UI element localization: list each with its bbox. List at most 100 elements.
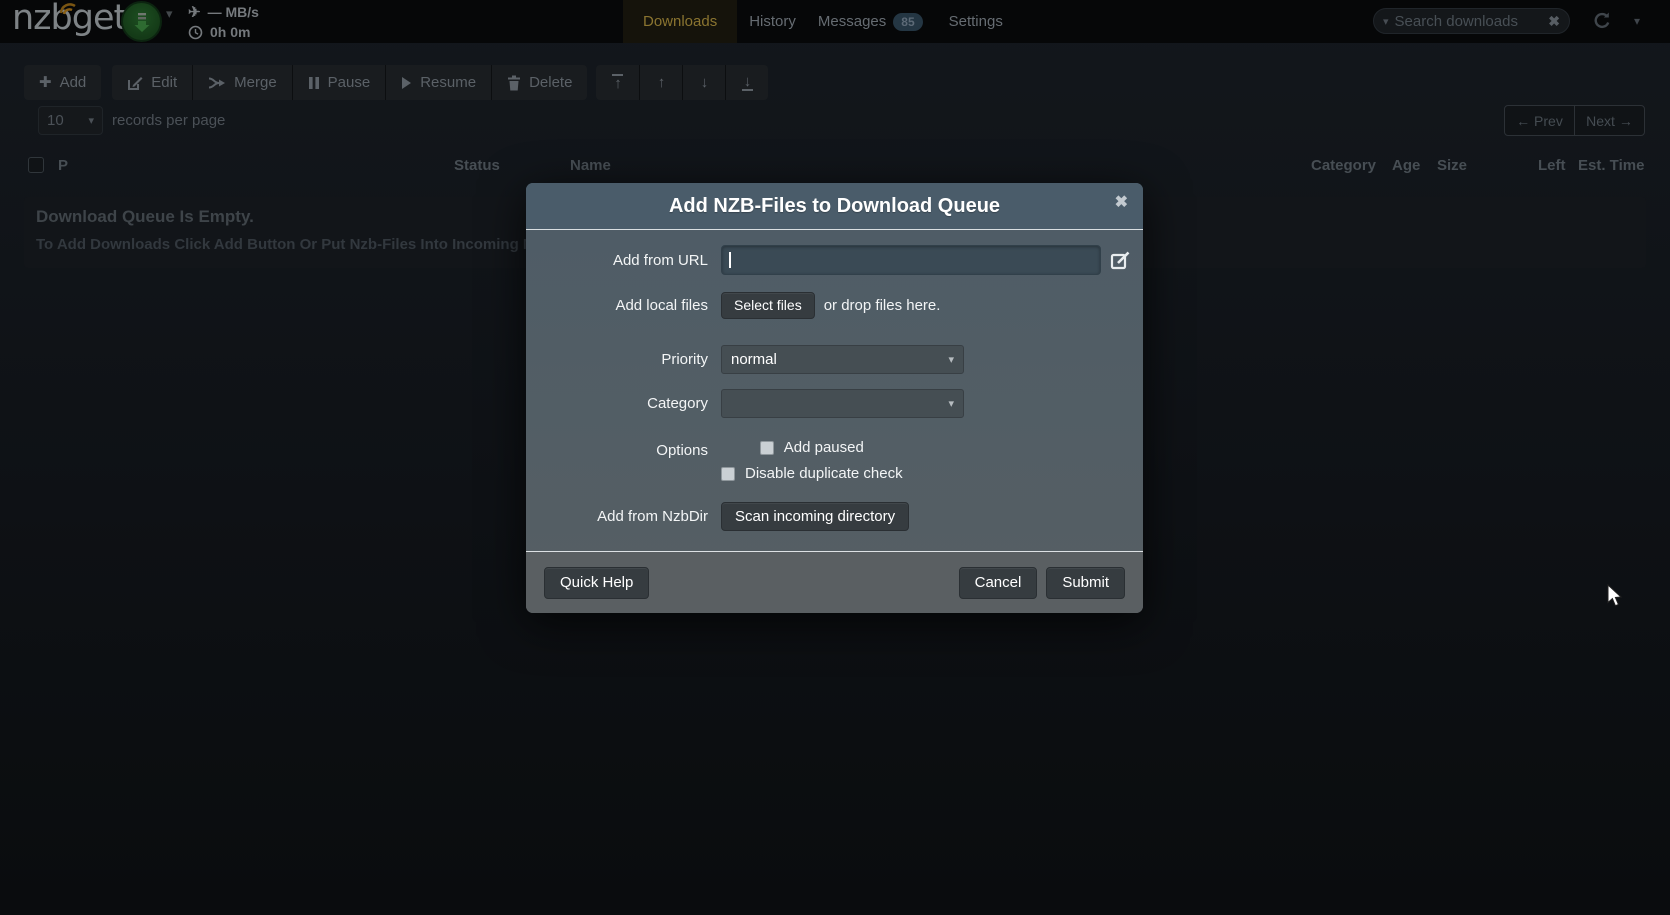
options-row: Options Add paused Disable duplicate che… [526,439,1143,495]
status-indicators: ✈ — MB/s 0h 0m [188,2,259,42]
quick-help-button[interactable]: Quick Help [544,567,649,599]
add-paused-option: Add paused [760,439,864,456]
edit-button[interactable]: Edit [112,65,192,100]
move-bottom-icon: ↓ [742,74,753,91]
nav-item-settings[interactable]: Settings [949,0,1003,43]
records-per-page-label: records per page [112,112,225,129]
category-label: Category [526,395,708,412]
close-icon[interactable]: ✖ [1115,195,1128,211]
priority-select[interactable]: normal ▾ [721,345,964,374]
priority-label: Priority [526,351,708,368]
add-paused-label: Add paused [784,439,864,456]
move-down-icon: ↓ [701,75,709,90]
refresh-icon [1592,11,1612,31]
toolbar: ✚ Add Edit Merge Pause [24,65,768,100]
logo-wifi-arcs-icon [58,1,78,15]
modal-footer: Quick Help Cancel Submit [526,551,1143,613]
speed-value: — MB/s [208,4,259,20]
caret-down-icon: ▾ [88,114,94,127]
page-size-select[interactable]: 10 ▾ [38,106,103,135]
drop-files-hint: or drop files here. [824,297,941,314]
modal-title: Add NZB-Files to Download Queue [669,195,1000,218]
add-from-url-label: Add from URL [526,252,708,269]
time-indicator: 0h 0m [188,22,259,42]
empty-queue-subtitle: To Add Downloads Click Add Button Or Put… [36,236,550,253]
plane-icon: ✈ [188,5,201,20]
refresh-button[interactable] [1592,11,1612,31]
table-header-row: P Status Name Category Age Size Left Est… [0,157,1670,179]
caret-down-icon: ▾ [948,353,954,366]
pager: ← Prev Next → [1504,105,1645,136]
col-left: Left [1538,157,1566,174]
time-value: 0h 0m [210,24,250,40]
add-nzb-dialog: Add NZB-Files to Download Queue ✖ Add fr… [526,183,1143,613]
disable-dupe-option: Disable duplicate check [721,465,903,482]
resume-button[interactable]: Resume [385,65,491,100]
merge-icon [208,76,226,90]
navbar: nzbget ▾ ✈ — MB/s 0h 0m Downloads His [0,0,1670,43]
caret-down-icon: ▾ [948,397,954,410]
search-clear-icon[interactable]: ✖ [1548,13,1560,30]
logo-download-button[interactable] [121,1,162,42]
search-caret-icon[interactable]: ▾ [1383,15,1389,28]
scan-directory-button[interactable]: Scan incoming directory [721,502,909,531]
col-age: Age [1392,157,1420,174]
clock-icon [188,25,203,40]
disable-dupe-label: Disable duplicate check [745,465,903,482]
empty-queue-title: Download Queue Is Empty. [36,207,254,227]
col-category: Category [1311,157,1376,174]
cancel-button[interactable]: Cancel [959,567,1038,599]
messages-badge: 85 [893,13,922,31]
nav-item-history[interactable]: History [749,0,796,43]
col-status: Status [454,157,500,174]
disable-dupe-checkbox[interactable] [721,467,735,481]
play-icon [401,76,412,90]
merge-button[interactable]: Merge [192,65,292,100]
navbar-dropdown-caret-icon[interactable]: ▾ [1634,14,1640,28]
move-up-button[interactable]: ↑ [639,65,682,100]
download-circle-icon [133,11,151,33]
add-local-files-label: Add local files [526,297,708,314]
select-files-button[interactable]: Select files [721,292,815,319]
nav-item-messages[interactable]: Messages 85 [818,0,923,43]
edit-icon [127,75,143,91]
modal-header: Add NZB-Files to Download Queue ✖ [526,183,1143,230]
pencil-square-icon [1110,250,1131,271]
prev-button[interactable]: ← Prev [1504,105,1575,136]
move-top-icon: ↑ [612,74,623,91]
logo-caret-icon[interactable]: ▾ [166,6,173,22]
url-input[interactable] [721,245,1101,275]
search-input[interactable] [1395,13,1543,30]
move-bottom-button[interactable]: ↓ [725,65,768,100]
move-top-button[interactable]: ↑ [596,65,639,100]
nav-item-downloads[interactable]: Downloads [623,0,737,43]
local-files-row: Add local files Select files or drop fil… [526,289,1143,321]
delete-button[interactable]: Delete [491,65,587,100]
trash-icon [507,75,521,91]
move-down-button[interactable]: ↓ [682,65,725,100]
col-size: Size [1437,157,1467,174]
url-row: Add from URL [526,243,1143,277]
pause-button[interactable]: Pause [292,65,386,100]
pause-icon [308,76,320,90]
mouse-cursor [1607,584,1624,608]
add-button[interactable]: ✚ Add [24,65,101,100]
col-name: Name [570,157,611,174]
add-paused-checkbox[interactable] [760,441,774,455]
nav-menu: Downloads History Messages 85 Settings [623,0,1003,43]
priority-row: Priority normal ▾ [526,343,1143,375]
plus-icon: ✚ [39,75,52,90]
text-cursor [729,252,731,268]
nzbdir-label: Add from NzbDir [526,508,708,525]
submit-button[interactable]: Submit [1046,567,1125,599]
move-up-icon: ↑ [658,75,666,90]
category-select[interactable]: ▾ [721,389,964,418]
speed-indicator: ✈ — MB/s [188,2,259,22]
nzbdir-row: Add from NzbDir Scan incoming directory [526,499,1143,533]
select-all-checkbox[interactable] [28,157,44,173]
next-button[interactable]: Next → [1574,105,1645,136]
col-priority: P [58,157,68,174]
edit-url-button[interactable] [1110,250,1131,271]
col-est-time: Est. Time [1578,157,1644,174]
search-box: ▾ ✖ [1373,8,1570,34]
